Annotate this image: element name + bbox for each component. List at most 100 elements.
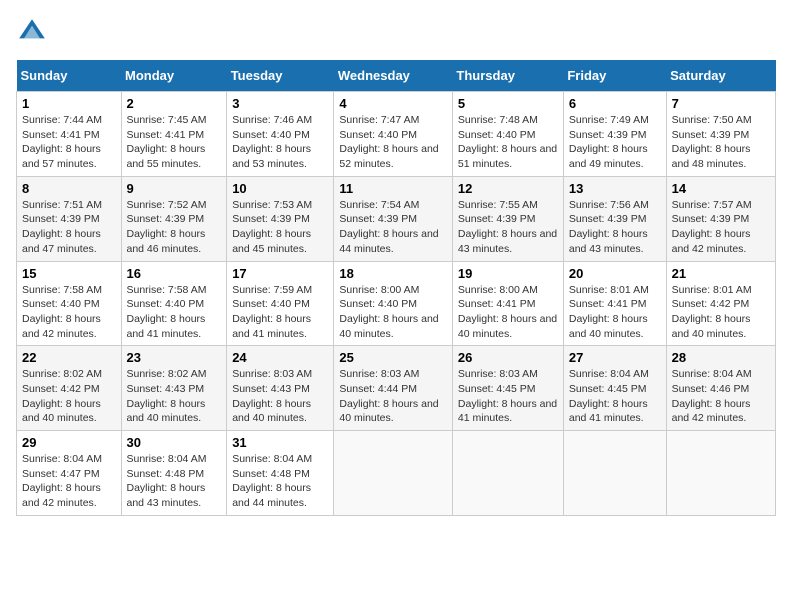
day-number: 28 — [672, 350, 770, 365]
cell-info: Sunrise: 7:47 AMSunset: 4:40 PMDaylight:… — [339, 113, 447, 172]
day-header: Saturday — [666, 60, 775, 92]
cell-info: Sunrise: 7:56 AMSunset: 4:39 PMDaylight:… — [569, 198, 661, 257]
cell-info: Sunrise: 8:01 AMSunset: 4:41 PMDaylight:… — [569, 283, 661, 342]
cell-info: Sunrise: 7:45 AMSunset: 4:41 PMDaylight:… — [127, 113, 222, 172]
calendar-cell: 11 Sunrise: 7:54 AMSunset: 4:39 PMDaylig… — [334, 176, 453, 261]
day-number: 11 — [339, 181, 447, 196]
cell-info: Sunrise: 8:03 AMSunset: 4:43 PMDaylight:… — [232, 367, 328, 426]
day-number: 3 — [232, 96, 328, 111]
calendar-cell: 14 Sunrise: 7:57 AMSunset: 4:39 PMDaylig… — [666, 176, 775, 261]
calendar-table: SundayMondayTuesdayWednesdayThursdayFrid… — [16, 60, 776, 516]
day-number: 6 — [569, 96, 661, 111]
day-number: 13 — [569, 181, 661, 196]
header — [16, 16, 776, 48]
day-number: 9 — [127, 181, 222, 196]
day-number: 22 — [22, 350, 116, 365]
calendar-cell: 18 Sunrise: 8:00 AMSunset: 4:40 PMDaylig… — [334, 261, 453, 346]
calendar-cell: 7 Sunrise: 7:50 AMSunset: 4:39 PMDayligh… — [666, 92, 775, 177]
day-number: 26 — [458, 350, 558, 365]
cell-info: Sunrise: 8:03 AMSunset: 4:45 PMDaylight:… — [458, 367, 558, 426]
cell-info: Sunrise: 8:00 AMSunset: 4:40 PMDaylight:… — [339, 283, 447, 342]
cell-info: Sunrise: 8:03 AMSunset: 4:44 PMDaylight:… — [339, 367, 447, 426]
calendar-cell: 8 Sunrise: 7:51 AMSunset: 4:39 PMDayligh… — [17, 176, 122, 261]
calendar-cell — [334, 431, 453, 516]
day-header: Tuesday — [227, 60, 334, 92]
day-number: 15 — [22, 266, 116, 281]
calendar-cell: 21 Sunrise: 8:01 AMSunset: 4:42 PMDaylig… — [666, 261, 775, 346]
calendar-cell: 15 Sunrise: 7:58 AMSunset: 4:40 PMDaylig… — [17, 261, 122, 346]
cell-info: Sunrise: 7:46 AMSunset: 4:40 PMDaylight:… — [232, 113, 328, 172]
cell-info: Sunrise: 8:04 AMSunset: 4:48 PMDaylight:… — [232, 452, 328, 511]
cell-info: Sunrise: 7:54 AMSunset: 4:39 PMDaylight:… — [339, 198, 447, 257]
day-number: 8 — [22, 181, 116, 196]
day-number: 24 — [232, 350, 328, 365]
cell-info: Sunrise: 7:58 AMSunset: 4:40 PMDaylight:… — [22, 283, 116, 342]
day-number: 4 — [339, 96, 447, 111]
cell-info: Sunrise: 8:04 AMSunset: 4:47 PMDaylight:… — [22, 452, 116, 511]
calendar-cell: 29 Sunrise: 8:04 AMSunset: 4:47 PMDaylig… — [17, 431, 122, 516]
cell-info: Sunrise: 7:49 AMSunset: 4:39 PMDaylight:… — [569, 113, 661, 172]
cell-info: Sunrise: 8:00 AMSunset: 4:41 PMDaylight:… — [458, 283, 558, 342]
cell-info: Sunrise: 7:59 AMSunset: 4:40 PMDaylight:… — [232, 283, 328, 342]
calendar-cell: 16 Sunrise: 7:58 AMSunset: 4:40 PMDaylig… — [121, 261, 227, 346]
calendar-cell: 2 Sunrise: 7:45 AMSunset: 4:41 PMDayligh… — [121, 92, 227, 177]
logo — [16, 16, 52, 48]
day-number: 10 — [232, 181, 328, 196]
calendar-week-row: 1 Sunrise: 7:44 AMSunset: 4:41 PMDayligh… — [17, 92, 776, 177]
calendar-cell — [563, 431, 666, 516]
calendar-week-row: 29 Sunrise: 8:04 AMSunset: 4:47 PMDaylig… — [17, 431, 776, 516]
calendar-week-row: 8 Sunrise: 7:51 AMSunset: 4:39 PMDayligh… — [17, 176, 776, 261]
day-number: 2 — [127, 96, 222, 111]
calendar-cell: 1 Sunrise: 7:44 AMSunset: 4:41 PMDayligh… — [17, 92, 122, 177]
calendar-body: 1 Sunrise: 7:44 AMSunset: 4:41 PMDayligh… — [17, 92, 776, 516]
cell-info: Sunrise: 8:02 AMSunset: 4:43 PMDaylight:… — [127, 367, 222, 426]
cell-info: Sunrise: 7:44 AMSunset: 4:41 PMDaylight:… — [22, 113, 116, 172]
calendar-cell: 10 Sunrise: 7:53 AMSunset: 4:39 PMDaylig… — [227, 176, 334, 261]
cell-info: Sunrise: 8:04 AMSunset: 4:45 PMDaylight:… — [569, 367, 661, 426]
cell-info: Sunrise: 7:55 AMSunset: 4:39 PMDaylight:… — [458, 198, 558, 257]
calendar-week-row: 15 Sunrise: 7:58 AMSunset: 4:40 PMDaylig… — [17, 261, 776, 346]
cell-info: Sunrise: 8:04 AMSunset: 4:48 PMDaylight:… — [127, 452, 222, 511]
cell-info: Sunrise: 8:01 AMSunset: 4:42 PMDaylight:… — [672, 283, 770, 342]
calendar-week-row: 22 Sunrise: 8:02 AMSunset: 4:42 PMDaylig… — [17, 346, 776, 431]
cell-info: Sunrise: 7:50 AMSunset: 4:39 PMDaylight:… — [672, 113, 770, 172]
day-number: 20 — [569, 266, 661, 281]
cell-info: Sunrise: 8:04 AMSunset: 4:46 PMDaylight:… — [672, 367, 770, 426]
day-number: 30 — [127, 435, 222, 450]
calendar-cell: 31 Sunrise: 8:04 AMSunset: 4:48 PMDaylig… — [227, 431, 334, 516]
logo-icon — [16, 16, 48, 48]
calendar-cell: 19 Sunrise: 8:00 AMSunset: 4:41 PMDaylig… — [452, 261, 563, 346]
day-header: Sunday — [17, 60, 122, 92]
calendar-cell: 25 Sunrise: 8:03 AMSunset: 4:44 PMDaylig… — [334, 346, 453, 431]
day-number: 27 — [569, 350, 661, 365]
day-number: 12 — [458, 181, 558, 196]
calendar-cell: 28 Sunrise: 8:04 AMSunset: 4:46 PMDaylig… — [666, 346, 775, 431]
cell-info: Sunrise: 7:57 AMSunset: 4:39 PMDaylight:… — [672, 198, 770, 257]
day-number: 14 — [672, 181, 770, 196]
calendar-cell: 3 Sunrise: 7:46 AMSunset: 4:40 PMDayligh… — [227, 92, 334, 177]
day-header: Friday — [563, 60, 666, 92]
calendar-cell: 26 Sunrise: 8:03 AMSunset: 4:45 PMDaylig… — [452, 346, 563, 431]
day-header: Wednesday — [334, 60, 453, 92]
day-number: 23 — [127, 350, 222, 365]
day-number: 19 — [458, 266, 558, 281]
calendar-cell: 22 Sunrise: 8:02 AMSunset: 4:42 PMDaylig… — [17, 346, 122, 431]
day-number: 16 — [127, 266, 222, 281]
calendar-cell: 5 Sunrise: 7:48 AMSunset: 4:40 PMDayligh… — [452, 92, 563, 177]
day-number: 7 — [672, 96, 770, 111]
calendar-cell: 9 Sunrise: 7:52 AMSunset: 4:39 PMDayligh… — [121, 176, 227, 261]
day-number: 25 — [339, 350, 447, 365]
cell-info: Sunrise: 7:48 AMSunset: 4:40 PMDaylight:… — [458, 113, 558, 172]
calendar-cell — [666, 431, 775, 516]
calendar-cell — [452, 431, 563, 516]
day-number: 1 — [22, 96, 116, 111]
day-number: 21 — [672, 266, 770, 281]
calendar-cell: 20 Sunrise: 8:01 AMSunset: 4:41 PMDaylig… — [563, 261, 666, 346]
calendar-header-row: SundayMondayTuesdayWednesdayThursdayFrid… — [17, 60, 776, 92]
day-number: 17 — [232, 266, 328, 281]
calendar-cell: 6 Sunrise: 7:49 AMSunset: 4:39 PMDayligh… — [563, 92, 666, 177]
day-number: 5 — [458, 96, 558, 111]
cell-info: Sunrise: 8:02 AMSunset: 4:42 PMDaylight:… — [22, 367, 116, 426]
day-number: 18 — [339, 266, 447, 281]
calendar-cell: 23 Sunrise: 8:02 AMSunset: 4:43 PMDaylig… — [121, 346, 227, 431]
